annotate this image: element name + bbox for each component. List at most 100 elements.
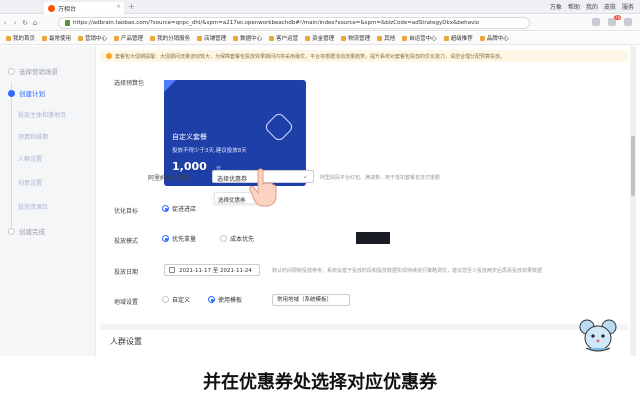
mode-label: 投放模式 <box>114 238 139 245</box>
substep-creative[interactable]: 创意设置 <box>18 178 42 187</box>
address-bar: ‹ › ↻ ⌂ https://adbrain.taobao.com/?sour… <box>0 15 640 31</box>
folder-icon <box>233 35 239 41</box>
warning-icon <box>106 53 112 59</box>
new-tab-icon[interactable]: + <box>128 2 135 12</box>
chevron-down-icon: ⌄ <box>302 172 308 180</box>
toolbar-icons: 78 <box>592 15 632 26</box>
bookmark[interactable]: 产品管理 <box>114 34 143 42</box>
radio-dot <box>162 205 169 212</box>
bookmark[interactable]: 超级推荐 <box>443 34 473 42</box>
section-title: 人群设置 <box>110 337 142 346</box>
folder-icon <box>269 35 275 41</box>
url-input[interactable]: https://adbrain.taobao.com/?source=qnpc_… <box>58 17 530 29</box>
step-dot <box>8 227 15 235</box>
browser-tab[interactable]: 万相台 × <box>44 2 124 14</box>
video-caption: 并在优惠券处选择对应优惠券 <box>203 372 437 393</box>
scrollbar[interactable] <box>630 46 636 356</box>
date-label: 投放日期 <box>114 269 139 276</box>
step-select-scene[interactable]: 选择营销场景 <box>8 66 58 76</box>
package-icon <box>263 111 295 143</box>
folder-icon <box>443 35 449 41</box>
goal-radio[interactable]: 促进进店 <box>162 204 196 213</box>
step-complete[interactable]: 创建完成 <box>8 226 45 236</box>
window-controls: 万象 帮助 我的 皮肤 服务 <box>550 2 634 11</box>
bookmark[interactable]: 物流管理 <box>341 34 370 42</box>
plan-form: 套餐包大促期提醒：大促期间流量波动较大，为保障套餐包投放效果期间内将采用最优，平… <box>100 46 628 356</box>
forward-icon[interactable]: › <box>10 19 20 27</box>
coupon-hint: 阿里妈妈平台红包、满减券、用于抵扣套餐包支付金额 <box>320 175 441 181</box>
region-label: 地域设置 <box>114 299 139 306</box>
substep-budget[interactable]: 预算和排期 <box>18 132 48 141</box>
step-dot <box>8 89 15 97</box>
window-control[interactable]: 万象 <box>550 2 562 11</box>
close-icon[interactable]: × <box>116 3 121 10</box>
window-control[interactable]: 皮肤 <box>604 2 616 11</box>
notification-badge: 78 <box>613 15 621 20</box>
section-divider <box>100 324 628 330</box>
folder-icon <box>42 35 48 41</box>
folder-icon <box>197 35 203 41</box>
card-title: 自定义套餐 <box>172 133 207 141</box>
lock-icon <box>65 20 70 26</box>
mode-radio-priority[interactable]: 优先拿量 <box>162 234 196 243</box>
mode-radio-cost[interactable]: 成本优先 <box>220 234 254 243</box>
bookmark[interactable]: 最常使用 <box>42 34 71 42</box>
folder-icon <box>305 35 311 41</box>
radio-dot <box>208 296 215 303</box>
folder-icon <box>377 35 383 41</box>
window-control[interactable]: 我的 <box>586 2 598 11</box>
notification-icon[interactable]: 78 <box>608 15 621 26</box>
goal-label: 优化目标 <box>114 208 139 215</box>
folder-icon <box>479 35 485 41</box>
step-connector <box>11 82 12 230</box>
reload-icon[interactable]: ↻ <box>20 19 30 27</box>
coupon-option[interactable]: 选择优惠券 <box>218 196 246 204</box>
card-desc: 投放不得少于3天,建议投放8天 <box>172 148 247 154</box>
redacted-block <box>356 232 390 244</box>
coupon-select-value: 选择优惠券 <box>217 176 248 183</box>
region-radio-custom[interactable]: 自定义 <box>162 295 190 304</box>
window-control[interactable]: 服务 <box>622 2 634 11</box>
window-control[interactable]: 帮助 <box>568 2 580 11</box>
back-icon[interactable]: ‹ <box>0 19 10 27</box>
substep-subject[interactable]: 投放主体和落地页 <box>18 110 66 119</box>
bookmark[interactable]: 我的首页 <box>6 34 35 42</box>
favicon-icon <box>48 4 55 12</box>
region-template-select[interactable]: 常用地域（系统模板） <box>272 294 350 306</box>
calendar-icon <box>169 267 175 273</box>
mouse-mascot-icon <box>579 319 617 352</box>
folder-icon <box>114 35 120 41</box>
folder-icon <box>341 35 347 41</box>
home-icon[interactable]: ⌂ <box>30 19 40 27</box>
bookmark[interactable]: 其他 <box>377 34 395 42</box>
radio-dot <box>162 235 169 242</box>
radio-dot <box>162 296 169 303</box>
bookmark[interactable]: 资金管理 <box>305 34 334 42</box>
radio-dot <box>220 235 227 242</box>
scroll-thumb[interactable] <box>631 136 635 196</box>
url-text: https://adbrain.taobao.com/?source=qnpc_… <box>73 20 480 26</box>
region-radio-template[interactable]: 使用模板 <box>208 295 242 304</box>
card-amount: 1,000 <box>172 160 207 173</box>
bookmark[interactable]: 客户运营 <box>269 34 298 42</box>
substep-audience[interactable]: 人群设置 <box>18 154 42 163</box>
bookmark[interactable]: 品牌中心 <box>479 34 509 42</box>
bookmark[interactable]: 自运营中心 <box>402 34 437 42</box>
folder-icon <box>402 35 408 41</box>
folder-icon <box>78 35 84 41</box>
bookmark[interactable]: 数据中心 <box>233 34 262 42</box>
step-create-plan[interactable]: 创建计划 <box>8 88 45 98</box>
extension-icon[interactable] <box>592 18 600 26</box>
tab-title: 万相台 <box>58 5 77 13</box>
bookmark[interactable]: 营销中心 <box>78 34 107 42</box>
substep-placement[interactable]: 投放资源位 <box>18 202 48 211</box>
bookmark[interactable]: 我的分销服务 <box>150 34 190 42</box>
selected-corner <box>164 80 176 92</box>
step-dot <box>8 67 15 75</box>
menu-icon[interactable] <box>624 18 632 26</box>
date-range-picker[interactable]: 2021-11-17 至 2021-11-24 <box>164 264 260 276</box>
steps-sidebar: 选择营销场景 创建计划 投放主体和落地页 预算和排期 人群设置 创意设置 投放资… <box>0 46 96 356</box>
bookmark[interactable]: 店铺管理 <box>197 34 226 42</box>
budget-label: 选择预算包 <box>114 80 145 87</box>
notice-text: 套餐包大促期提醒：大促期间流量波动较大，为保障套餐包投放效果期间内将采用最优，平… <box>115 53 506 60</box>
